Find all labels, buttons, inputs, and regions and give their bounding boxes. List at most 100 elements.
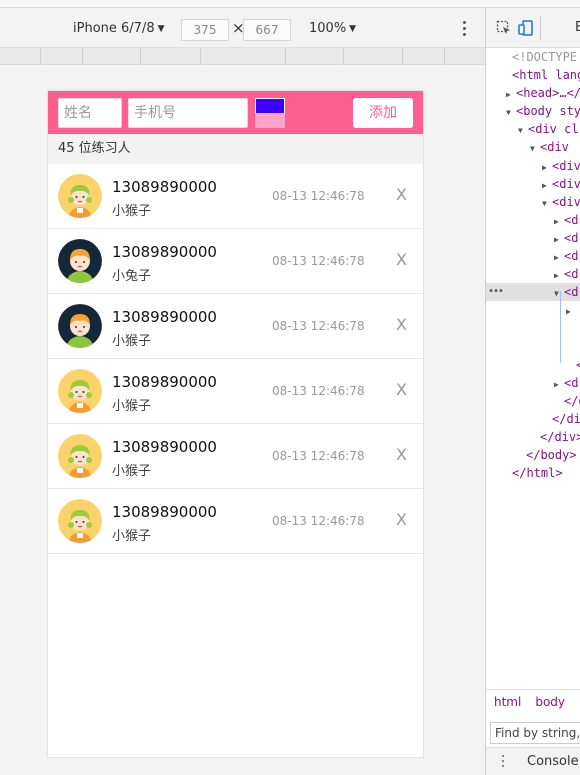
dom-node-line[interactable]: ▶ <d	[486, 247, 580, 265]
breadcrumb: html body	[486, 689, 580, 713]
avatar-icon	[58, 434, 102, 478]
avatar-icon	[58, 239, 102, 283]
list-item: 13089890000 小猴子 08-13 12:46:78 X	[48, 359, 423, 424]
list-item: 13089890000 小猴子 08-13 12:46:78 X	[48, 489, 423, 554]
bookmarks-bar	[0, 0, 580, 8]
dom-node-text: <d	[564, 267, 579, 282]
avatar-icon	[58, 304, 102, 348]
dom-node-line[interactable]: </div>	[486, 428, 580, 446]
dom-node-text: <div	[552, 194, 580, 209]
participant-count: 45 位练习人	[48, 134, 423, 164]
phone-viewport: 姓名 手机号 添加 45 位练习人 13089890000 小猴子 08-13 12…	[47, 90, 424, 758]
dom-node-line[interactable]: ▶ <div	[486, 157, 580, 175]
device-toolbar: iPhone 6/7/8 ▼ 375 × 667 100% ▼	[0, 8, 485, 48]
dom-node-line[interactable]: ▶ <d	[486, 265, 580, 283]
nickname: 小猴子	[112, 464, 152, 479]
device-toggle-icon[interactable]	[518, 20, 534, 36]
timestamp: 08-13 12:46:78	[272, 254, 365, 268]
dom-node-line[interactable]: </	[486, 356, 580, 374]
nickname: 小猴子	[112, 529, 152, 544]
timestamp: 08-13 12:46:78	[272, 449, 365, 463]
delete-button[interactable]: X	[396, 510, 407, 529]
color-swatch-bottom	[255, 113, 285, 128]
dom-node-line[interactable]: </body>	[486, 446, 580, 464]
nickname: 小猴子	[112, 334, 152, 349]
drawer-menu-icon[interactable]	[502, 755, 504, 770]
name-input[interactable]: 姓名	[58, 98, 122, 128]
phone-input[interactable]: 手机号	[128, 98, 248, 128]
width-input[interactable]: 375	[181, 19, 229, 41]
device-name: iPhone 6/7/8	[73, 21, 155, 36]
dom-node-line[interactable]	[486, 319, 580, 337]
dom-node-text: <!DOCTYPE	[512, 50, 578, 64]
breadcrumb-item[interactable]: body	[535, 695, 565, 709]
participant-list: 13089890000 小猴子 08-13 12:46:78 X 13089890000…	[48, 164, 423, 554]
selection-guide-line	[560, 291, 561, 363]
dom-node-line[interactable]: ▼ <div cl	[486, 120, 580, 138]
dom-node-text: <d	[564, 230, 579, 245]
phone-number: 13089890000	[112, 438, 217, 456]
nickname: 小猴子	[112, 204, 152, 219]
dom-node-line[interactable]: ▼ <div	[486, 193, 580, 211]
device-select[interactable]: iPhone 6/7/8 ▼	[73, 21, 165, 36]
inspect-element-icon[interactable]	[496, 20, 512, 36]
dom-node-line[interactable]: ••• ▼ <d	[486, 283, 580, 302]
zoom-select[interactable]: 100% ▼	[309, 21, 356, 36]
dom-node-line[interactable]: ▶ <d	[486, 374, 580, 392]
dom-node-line[interactable]: ▶	[486, 301, 580, 319]
dom-node-line[interactable]: <html lang	[486, 66, 580, 84]
phone-number: 13089890000	[112, 178, 217, 196]
delete-button[interactable]: X	[396, 185, 407, 204]
dom-node-text: <body sty	[516, 104, 580, 119]
color-picker[interactable]	[255, 98, 285, 128]
dom-node-line[interactable]: ▼ <body sty	[486, 102, 580, 120]
form-header: 姓名 手机号 添加	[48, 91, 423, 134]
breadcrumb-item[interactable]: html	[494, 695, 521, 709]
dom-node-line[interactable]	[486, 338, 580, 356]
delete-button[interactable]: X	[396, 380, 407, 399]
devtools-tabbar: E	[486, 8, 580, 48]
avatar-icon	[58, 499, 102, 543]
list-item: 13089890000 小猴子 08-13 12:46:78 X	[48, 164, 423, 229]
dom-node-line[interactable]: ▶ <d	[486, 211, 580, 229]
dom-node-text: </html>	[512, 466, 563, 481]
list-item: 13089890000 小猴子 08-13 12:46:78 X	[48, 424, 423, 489]
node-actions-marker[interactable]: •••	[488, 283, 504, 301]
dom-node-line[interactable]: ▼ <div	[486, 138, 580, 156]
dom-node-line[interactable]: ▶ <head>…</	[486, 84, 580, 102]
dom-node-text: </body>	[526, 448, 577, 463]
delete-button[interactable]: X	[396, 445, 407, 464]
dom-node-text: </	[576, 358, 580, 372]
delete-button[interactable]: X	[396, 250, 407, 269]
console-drawer-bar: Console	[486, 747, 580, 775]
dom-node-line[interactable]: </div	[486, 410, 580, 428]
delete-button[interactable]: X	[396, 315, 407, 334]
dom-node-line[interactable]: </html>	[486, 464, 580, 482]
more-options-icon[interactable]	[461, 21, 467, 39]
dom-node-text: <html lang	[512, 68, 580, 83]
dom-node-text: <div	[540, 140, 569, 155]
media-query-ruler[interactable]	[0, 48, 485, 65]
dom-node-line[interactable]: ▶ <div	[486, 175, 580, 193]
toolbar-divider	[540, 16, 541, 40]
list-item: 13089890000 小兔子 08-13 12:46:78 X	[48, 229, 423, 294]
caret-down-icon: ▼	[349, 24, 357, 34]
timestamp: 08-13 12:46:78	[272, 384, 365, 398]
console-tab[interactable]: Console	[527, 754, 579, 769]
avatar-icon	[58, 369, 102, 413]
dom-node-text: <d	[564, 249, 579, 264]
list-item: 13089890000 小猴子 08-13 12:46:78 X	[48, 294, 423, 359]
add-button[interactable]: 添加	[353, 98, 413, 128]
dom-node-text: </div	[552, 411, 580, 426]
tab-elements[interactable]: E	[575, 20, 580, 35]
dom-node-line[interactable]: ▶ <d	[486, 229, 580, 247]
timestamp: 08-13 12:46:78	[272, 319, 365, 333]
dom-node-line[interactable]: </di	[486, 392, 580, 410]
phone-number: 13089890000	[112, 308, 217, 326]
avatar-icon	[58, 174, 102, 218]
caret-down-icon: ▼	[157, 24, 165, 34]
height-input[interactable]: 667	[243, 19, 291, 41]
devtools-panel: E <!DOCTYPE <html lang▶<head>…</▼<body st…	[485, 8, 580, 775]
dom-node-line[interactable]: <!DOCTYPE	[486, 48, 580, 66]
find-input[interactable]: Find by string,	[490, 722, 580, 744]
